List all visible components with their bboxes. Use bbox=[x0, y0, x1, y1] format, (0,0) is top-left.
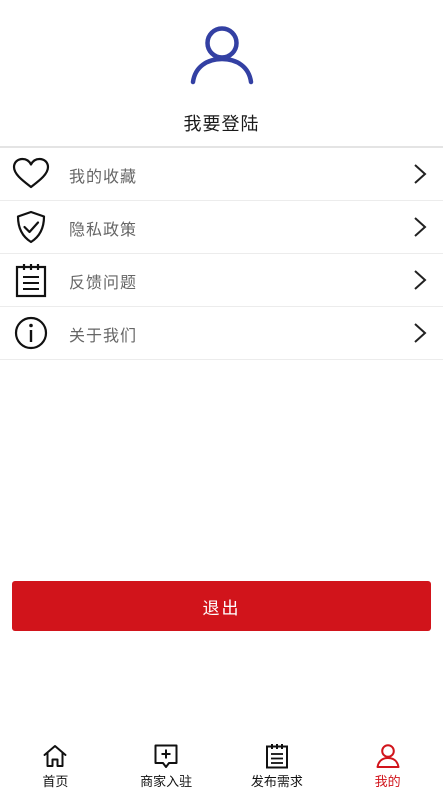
menu-item-feedback[interactable]: 反馈问题 bbox=[0, 254, 443, 307]
tab-label: 我的 bbox=[374, 775, 401, 790]
logout-button[interactable]: 退出 bbox=[12, 581, 431, 631]
menu-item-label: 反馈问题 bbox=[69, 273, 138, 292]
tab-label: 首页 bbox=[42, 775, 69, 790]
profile-header[interactable]: 我要登陆 bbox=[0, 0, 443, 146]
menu-item-privacy[interactable]: 隐私政策 bbox=[0, 201, 443, 254]
chevron-right-icon bbox=[414, 270, 427, 290]
tab-mine[interactable]: 我的 bbox=[332, 735, 443, 793]
menu-item-favorites[interactable]: 我的收藏 bbox=[0, 148, 443, 201]
settings-menu: 我的收藏 隐私政策 反馈问题 关于我们 bbox=[0, 146, 443, 360]
chevron-right-icon bbox=[414, 323, 427, 343]
bottom-tab-bar: 首页 商家入驻 发布需求 我的 bbox=[0, 735, 443, 793]
menu-item-label: 关于我们 bbox=[69, 326, 138, 345]
document-icon bbox=[265, 744, 288, 769]
notepad-icon bbox=[15, 264, 47, 298]
tab-publish-request[interactable]: 发布需求 bbox=[222, 735, 333, 793]
info-icon bbox=[14, 316, 48, 350]
tab-label: 发布需求 bbox=[250, 775, 303, 790]
user-icon bbox=[376, 744, 400, 768]
home-icon bbox=[43, 745, 67, 767]
login-link[interactable]: 我要登陆 bbox=[0, 110, 443, 136]
tab-merchant-join[interactable]: 商家入驻 bbox=[111, 735, 222, 793]
shield-check-icon bbox=[16, 210, 46, 244]
heart-icon bbox=[12, 157, 50, 189]
chevron-right-icon bbox=[414, 164, 427, 184]
avatar-icon[interactable] bbox=[186, 22, 258, 88]
tab-label: 商家入驻 bbox=[140, 775, 193, 790]
chevron-right-icon bbox=[414, 217, 427, 237]
menu-item-label: 我的收藏 bbox=[69, 167, 138, 186]
merchant-add-icon bbox=[154, 744, 178, 768]
tab-home[interactable]: 首页 bbox=[0, 735, 111, 793]
menu-item-label: 隐私政策 bbox=[69, 220, 138, 239]
menu-item-about[interactable]: 关于我们 bbox=[0, 307, 443, 360]
